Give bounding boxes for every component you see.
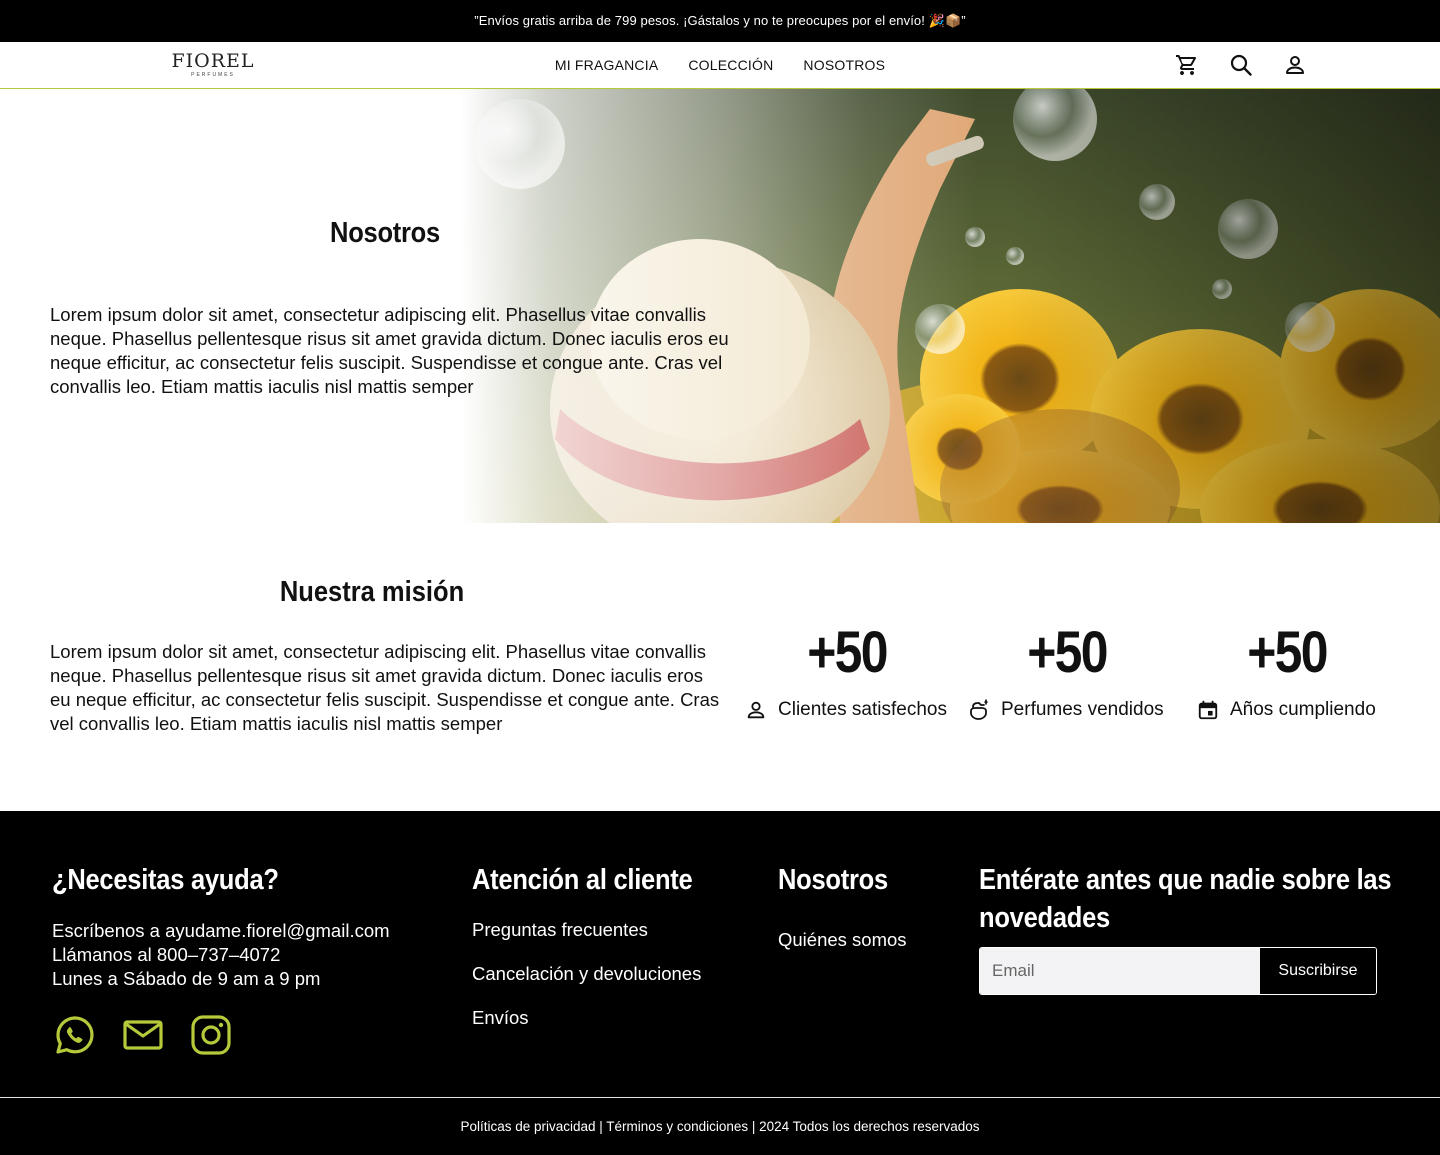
mission-title: Nuestra misión	[279, 576, 465, 608]
mission-paragraph: Lorem ipsum dolor sit amet, consectetur …	[50, 641, 720, 734]
logo-subtext: PERFUMES	[191, 72, 235, 78]
search-icon[interactable]	[1228, 52, 1254, 78]
footer-help-title: ¿Necesitas ayuda?	[52, 864, 279, 896]
stat-clientes: +50	[727, 620, 967, 686]
nav-mi-fragancia[interactable]: MI FRAGANCIA	[555, 57, 659, 73]
user-icon[interactable]	[1282, 52, 1308, 78]
calendar-icon	[1196, 698, 1220, 722]
logo[interactable]: FIOREL PERFUMES	[168, 51, 258, 81]
email-input[interactable]	[980, 948, 1260, 994]
stat-label-text: Perfumes vendidos	[1001, 699, 1164, 720]
newsletter-form: Suscribirse	[979, 947, 1377, 995]
newsletter-title-line1: Entérate antes que nadie sobre las	[979, 864, 1392, 896]
logo-text: FIOREL	[171, 50, 255, 72]
stat-value: +50	[807, 620, 888, 685]
footer-customer-title: Atención al cliente	[472, 864, 693, 896]
perfume-spray-icon	[967, 698, 991, 722]
newsletter-title-line2: novedades	[979, 902, 1110, 934]
stat-label-perfumes: Perfumes vendidos	[967, 698, 1164, 722]
footer-link-faq[interactable]: Preguntas frecuentes	[472, 919, 648, 941]
stat-label-text: Años cumpliendo	[1230, 699, 1376, 720]
stat-anios: +50	[1167, 620, 1407, 686]
footer-link-envios[interactable]: Envíos	[472, 1007, 529, 1029]
subscribe-button[interactable]: Suscribirse	[1260, 948, 1376, 994]
nav-nosotros[interactable]: NOSOTROS	[803, 57, 885, 73]
hero-paragraph: Lorem ipsum dolor sit amet, consectetur …	[50, 304, 729, 397]
whatsapp-icon[interactable]	[53, 1013, 97, 1057]
stat-label-anios: Años cumpliendo	[1196, 698, 1376, 722]
person-icon	[744, 698, 768, 722]
footer-about-title: Nosotros	[778, 864, 888, 896]
stat-value: +50	[1027, 620, 1108, 685]
hero-section: Nosotros Lorem ipsum dolor sit amet, con…	[0, 89, 1440, 523]
footer-help-hours: Lunes a Sábado de 9 am a 9 pm	[52, 968, 321, 989]
footer-link-cancelacion[interactable]: Cancelación y devoluciones	[472, 963, 701, 985]
stat-label-clientes: Clientes satisfechos	[744, 698, 947, 722]
nav-coleccion[interactable]: COLECCIÓN	[688, 57, 773, 73]
announcement-text: ”Envíos gratis arriba de 799 pesos. ¡Gás…	[474, 13, 966, 28]
footer-help-email: Escríbenos a ayudame.fiorel@gmail.com	[52, 920, 390, 941]
hero-title: Nosotros	[330, 217, 440, 249]
site-header: FIOREL PERFUMES MI FRAGANCIA COLECCIÓN N…	[0, 42, 1440, 89]
legal-bar: Políticas de privacidad | Términos y con…	[0, 1097, 1440, 1155]
cart-icon[interactable]	[1174, 52, 1200, 78]
footer-link-quienes-somos[interactable]: Quiénes somos	[778, 929, 907, 951]
instagram-icon[interactable]	[189, 1013, 233, 1057]
stat-perfumes: +50	[947, 620, 1187, 686]
footer-help-phone: Llámanos al 800–737–4072	[52, 944, 281, 965]
stat-label-text: Clientes satisfechos	[778, 699, 947, 720]
announcement-bar: ”Envíos gratis arriba de 799 pesos. ¡Gás…	[0, 0, 1440, 42]
legal-text[interactable]: Políticas de privacidad | Términos y con…	[460, 1119, 979, 1134]
stat-value: +50	[1247, 620, 1328, 685]
mail-icon[interactable]	[121, 1013, 165, 1057]
